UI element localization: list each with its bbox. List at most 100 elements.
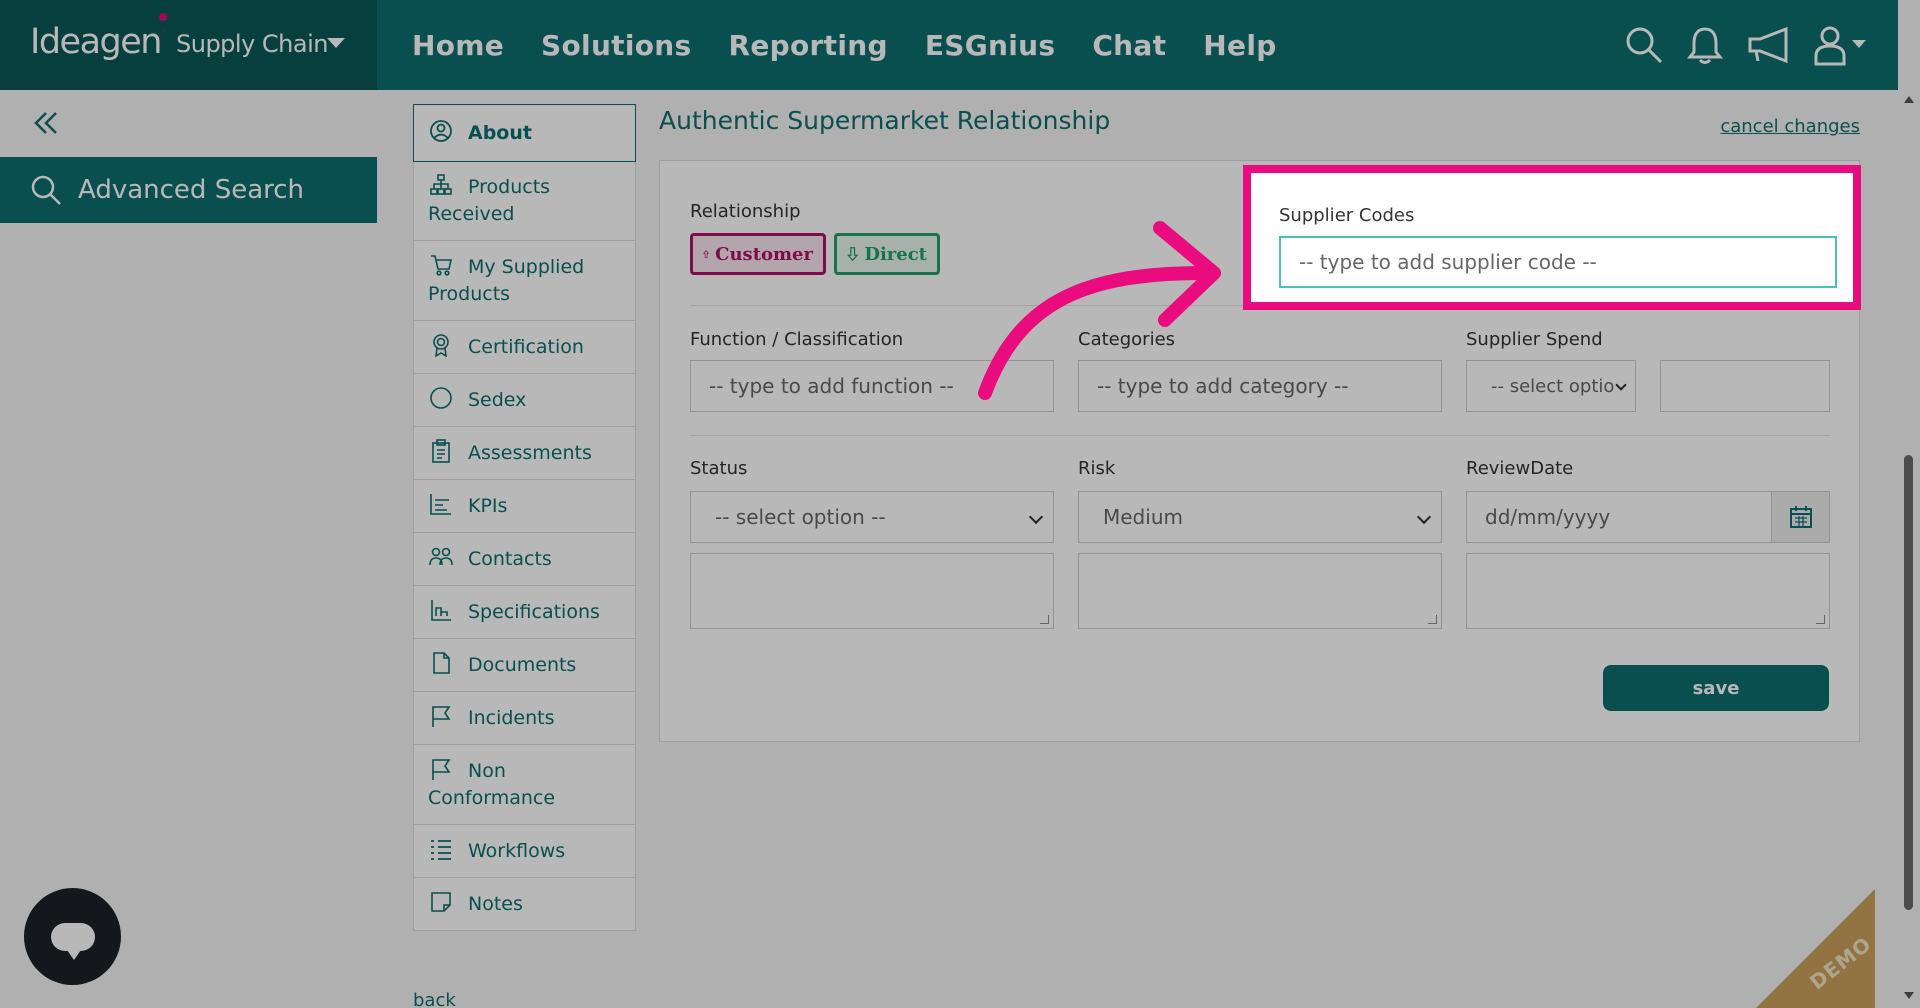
chevron-down-icon [1028,509,1044,525]
scroll-down-arrow[interactable] [1904,992,1914,999]
flag-icon [432,706,451,727]
bell-icon[interactable] [1686,25,1724,65]
supplier-spend-amount-input[interactable] [1660,360,1830,412]
advanced-search-button[interactable]: Advanced Search [0,157,377,223]
customer-chip[interactable]: Customer [690,233,826,275]
back-link[interactable]: back [413,990,456,1008]
menu-item-incidents[interactable]: Incidents [414,692,635,745]
function-label: Function / Classification [690,329,904,350]
top-icons [1624,0,1868,90]
supplier-spend-select[interactable]: -- select optio [1466,360,1636,412]
menu-item-label: Certification [468,336,584,358]
chevron-down-icon [1416,509,1432,525]
categories-input[interactable]: -- type to add category -- [1078,360,1442,412]
arrow-down-icon [847,247,859,262]
supplier-spend-label: Supplier Spend [1466,329,1603,350]
menu-item-label: Documents [468,654,577,676]
nav-reporting[interactable]: Reporting [729,29,888,62]
menu-item-label: KPIs [468,495,508,517]
menu-item-notes[interactable]: Notes [414,878,635,930]
nav-esgnius[interactable]: ESGnius [925,29,1056,62]
review-date-input[interactable]: dd/mm/yyyy [1466,491,1830,543]
menu-item-label: Notes [468,893,523,915]
nav-chat[interactable]: Chat [1092,29,1166,62]
hierarchy-icon [430,174,452,195]
risk-label: Risk [1078,458,1116,479]
ideagen-logo: Ideagen [30,22,162,62]
risk-notes-textarea[interactable] [1078,553,1442,629]
menu-item-certification[interactable]: Certification [414,321,635,374]
product-name: Supply Chain [176,30,328,58]
menu-item-specifications[interactable]: Specifications [414,586,635,639]
supplier-codes-highlight: Supplier Codes -- type to add supplier c… [1243,165,1861,310]
status-label: Status [690,458,748,479]
megaphone-icon[interactable] [1746,25,1792,65]
user-menu-icon[interactable] [1814,24,1868,66]
cancel-changes-link[interactable]: cancel changes [1720,116,1860,137]
menu-item-kpis[interactable]: KPIs [414,480,635,533]
chat-widget-button[interactable] [24,888,121,985]
menu-item-non-conformance[interactable]: Non Conformance [414,745,635,825]
people-icon [429,547,453,566]
menu-item-my-supplied-products[interactable]: My Supplied Products [414,241,635,321]
review-notes-textarea[interactable] [1466,553,1830,629]
note-icon [431,892,451,912]
cart-icon [431,255,452,276]
risk-select[interactable]: Medium [1078,491,1442,543]
calendar-button[interactable] [1771,492,1829,542]
menu-item-label: Assessments [468,442,592,464]
document-icon [433,652,450,674]
menu-item-label: Specifications [468,601,600,623]
award-icon [433,334,449,357]
nav-help[interactable]: Help [1203,29,1276,62]
categories-label: Categories [1078,329,1176,350]
supplier-spend-value: -- select optio [1491,375,1615,397]
search-icon[interactable] [1624,25,1664,65]
status-value: -- select option -- [715,505,886,529]
supplier-codes-label: Supplier Codes [1279,205,1415,226]
menu-item-documents[interactable]: Documents [414,639,635,692]
review-date-label: ReviewDate [1466,458,1574,479]
list-icon [431,840,451,860]
menu-item-label: Sedex [468,389,527,411]
menu-item-sedex[interactable]: Sedex [414,374,635,427]
direct-chip[interactable]: Direct [834,233,940,275]
save-button[interactable]: save [1603,665,1829,711]
scrollbar-thumb[interactable] [1904,455,1913,910]
arrow-up-icon [703,250,710,258]
demo-ribbon: DEMO [1745,889,1875,1008]
scroll-up-arrow[interactable] [1904,96,1914,103]
clipboard-icon [432,439,450,463]
top-navigation-bar: Ideagen Supply Chain Home Solutions Repo… [0,0,1898,90]
risk-value: Medium [1103,505,1183,529]
page-title: Authentic Supermarket Relationship [659,106,1111,135]
function-input[interactable]: -- type to add function -- [690,360,1054,412]
divider [690,435,1830,436]
direct-chip-label: Direct [864,243,927,265]
nav-solutions[interactable]: Solutions [541,29,691,62]
supplier-codes-input[interactable]: -- type to add supplier code -- [1279,236,1837,288]
relationship-menu: About Products Received My Supplied Prod… [413,104,636,931]
nav-home[interactable]: Home [412,29,504,62]
chevron-down-icon [327,38,345,48]
bar-chart-icon [430,494,451,515]
menu-item-assessments[interactable]: Assessments [414,427,635,480]
menu-item-label: Workflows [468,840,566,862]
menu-item-products-received[interactable]: Products Received [414,161,635,241]
collapse-sidebar-icon[interactable] [32,110,58,136]
user-circle-icon [430,120,452,142]
search-icon [31,175,61,205]
status-notes-textarea[interactable] [690,553,1054,629]
calendar-icon [1789,506,1812,528]
logo-accent-icon [159,13,167,21]
chevron-down-icon [1615,379,1627,391]
menu-item-contacts[interactable]: Contacts [414,533,635,586]
menu-item-workflows[interactable]: Workflows [414,825,635,878]
menu-item-label: About [468,122,532,144]
customer-chip-label: Customer [715,243,813,265]
brand-switcher[interactable]: Ideagen Supply Chain [0,0,377,90]
menu-item-about[interactable]: About [413,104,636,162]
status-select[interactable]: -- select option -- [690,491,1054,543]
menu-item-label: Incidents [468,707,555,729]
main-nav: Home Solutions Reporting ESGnius Chat He… [412,0,1277,90]
